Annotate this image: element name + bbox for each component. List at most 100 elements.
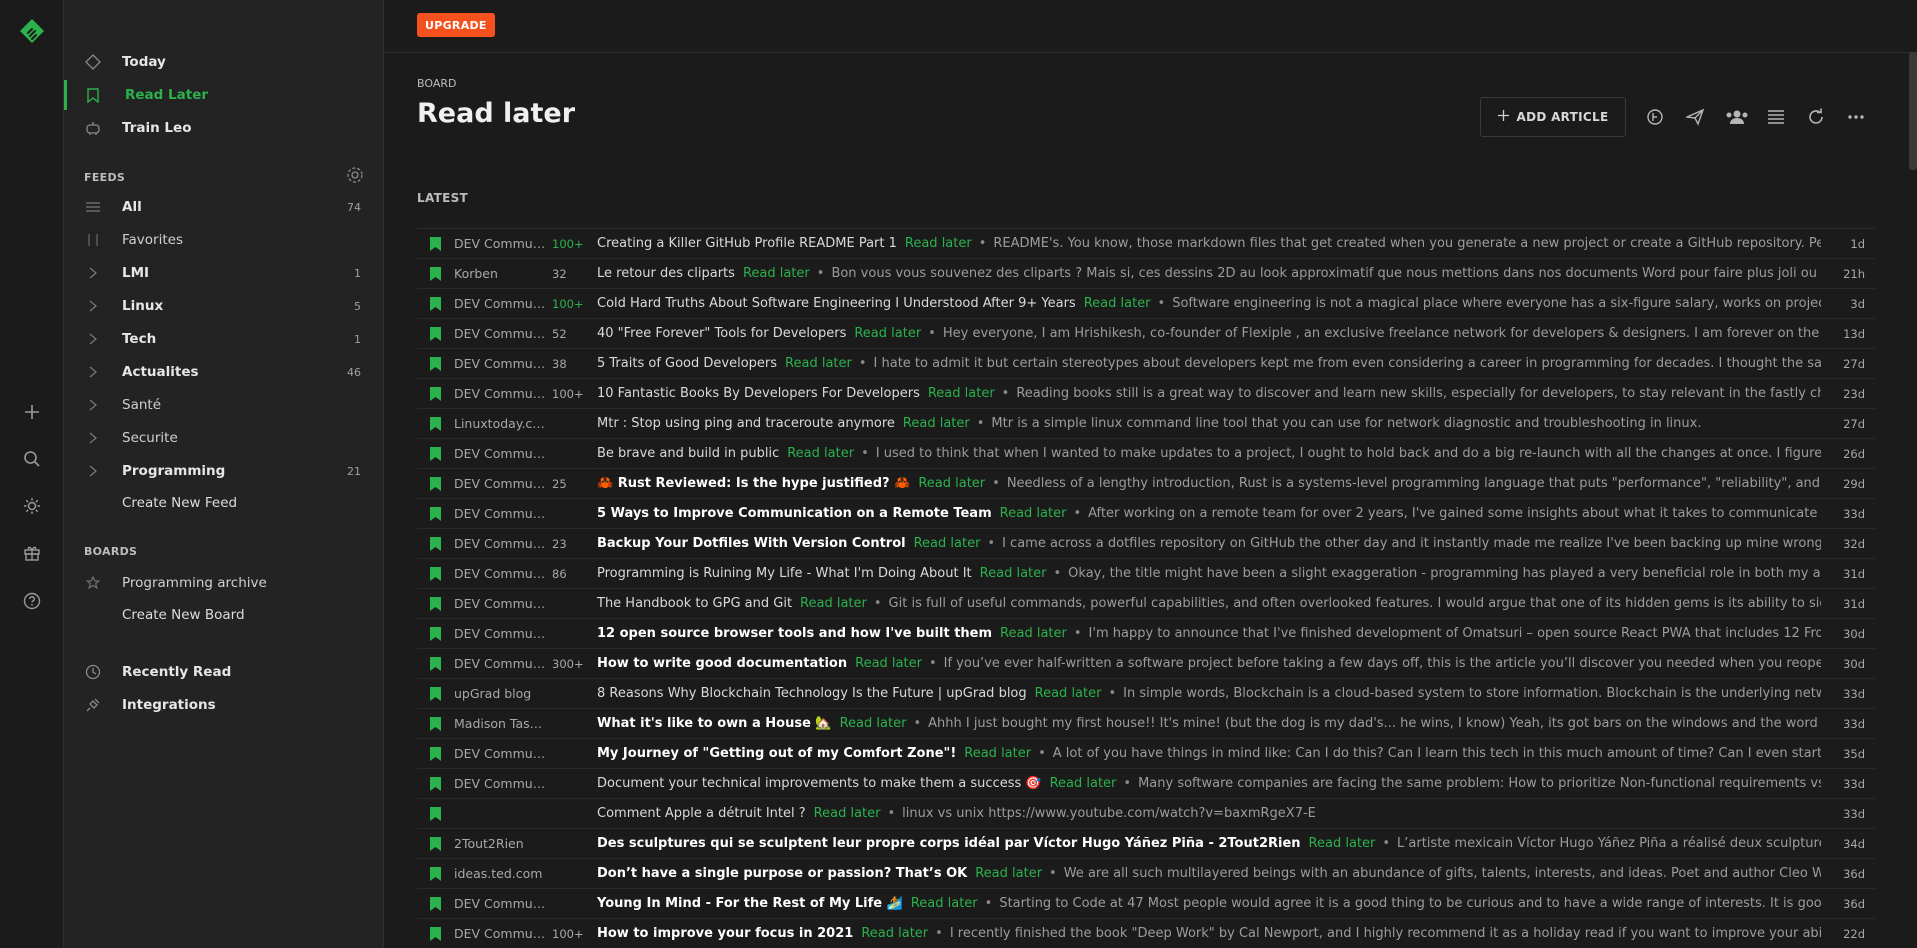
article-content[interactable]: 10 Fantastic Books By Developers For Dev…	[597, 386, 1821, 401]
bookmark-icon[interactable]	[430, 567, 441, 581]
article-row[interactable]: 2Tout2Rien Des sculptures qui se sculpten…	[417, 829, 1875, 859]
article-source[interactable]: DEV Community	[454, 296, 546, 311]
article-content[interactable]: Don’t have a single purpose or passion? …	[597, 866, 1821, 881]
article-content[interactable]: 40 "Free Forever" Tools for Developers Re…	[597, 326, 1821, 341]
article-row[interactable]: DEV Community 23 Backup Your Dotfiles With…	[417, 529, 1875, 559]
article-title[interactable]: How to write good documentation	[597, 656, 847, 671]
bookmark-icon[interactable]	[430, 747, 441, 761]
bookmark-icon[interactable]	[430, 237, 441, 251]
article-row[interactable]: DEV Community 25 🦀 Rust Reviewed: Is the h…	[417, 469, 1875, 499]
chevron-right-icon[interactable]	[86, 431, 100, 445]
board-tag[interactable]: Read later	[1309, 836, 1376, 851]
chevron-right-icon[interactable]	[86, 332, 100, 346]
article-row[interactable]: Comment Apple a détruit Intel ? Read late…	[417, 799, 1875, 829]
bookmark-icon[interactable]	[430, 507, 441, 521]
article-source[interactable]: DEV Community	[454, 776, 546, 791]
chevron-right-icon[interactable]	[86, 464, 100, 478]
bookmark-icon[interactable]	[430, 627, 441, 641]
article-content[interactable]: Cold Hard Truths About Software Engineer…	[597, 296, 1821, 311]
article-row[interactable]: DEV Community Document your technical imp…	[417, 769, 1875, 799]
article-title[interactable]: 40 "Free Forever" Tools for Developers	[597, 326, 846, 341]
article-content[interactable]: Le retour des cliparts Read later • Bon vou…	[597, 266, 1821, 281]
article-content[interactable]: Backup Your Dotfiles With Version Contro…	[597, 536, 1821, 551]
nav-read-later[interactable]: Read Later	[64, 80, 383, 110]
article-source[interactable]: DEV Community	[454, 386, 546, 401]
nav-today[interactable]: Today	[64, 47, 383, 77]
board-tag[interactable]: Read later	[928, 386, 995, 401]
feed-programming[interactable]: Programming 21	[64, 457, 383, 485]
board-tag[interactable]: Read later	[1035, 686, 1102, 701]
help-icon[interactable]	[20, 589, 44, 613]
nav-integrations[interactable]: Integrations	[64, 690, 383, 720]
article-source[interactable]: Linuxtoday.com	[454, 416, 546, 431]
article-row[interactable]: Madison Taskett What it's like to own a H…	[417, 709, 1875, 739]
article-title[interactable]: Be brave and build in public	[597, 446, 779, 461]
article-source[interactable]: DEV Community	[454, 326, 546, 341]
article-source[interactable]: DEV Community	[454, 596, 546, 611]
article-content[interactable]: How to improve your focus in 2021 Read la…	[597, 926, 1821, 941]
article-source[interactable]: 2Tout2Rien	[454, 836, 546, 851]
article-content[interactable]: Be brave and build in public Read later • I…	[597, 446, 1821, 461]
article-row[interactable]: DEV Community 100+ How to improve your foc…	[417, 919, 1875, 948]
article-title[interactable]: 🦀 Rust Reviewed: Is the hype justified? …	[597, 476, 910, 491]
article-row[interactable]: DEV Community 300+ How to write good docum…	[417, 649, 1875, 679]
article-content[interactable]: Young In Mind - For the Rest of My Life …	[597, 896, 1821, 911]
article-title[interactable]: 5 Traits of Good Developers	[597, 356, 777, 371]
board-tag[interactable]: Read later	[840, 716, 907, 731]
article-source[interactable]: ideas.ted.com	[454, 866, 546, 881]
board-tag[interactable]: Read later	[964, 746, 1031, 761]
article-source[interactable]: DEV Community	[454, 506, 546, 521]
feed-favorites[interactable]: Favorites	[64, 226, 383, 254]
create-new-board-link[interactable]: Create New Board	[122, 607, 245, 623]
board-tag[interactable]: Read later	[814, 806, 881, 821]
article-content[interactable]: How to write good documentation Read late…	[597, 656, 1821, 671]
article-title[interactable]: Des sculptures qui se sculptent leur pro…	[597, 836, 1301, 851]
feed-sante[interactable]: Santé	[64, 391, 383, 419]
article-source[interactable]: DEV Community	[454, 656, 546, 671]
bookmark-icon[interactable]	[430, 657, 441, 671]
send-icon[interactable]	[1684, 106, 1706, 128]
bookmark-icon[interactable]	[430, 777, 441, 791]
board-tag[interactable]: Read later	[1000, 626, 1067, 641]
article-source[interactable]: DEV Community	[454, 626, 546, 641]
feed-securite[interactable]: Securite	[64, 424, 383, 452]
article-row[interactable]: DEV Community 100+ Cold Hard Truths About …	[417, 289, 1875, 319]
leo-icon[interactable]	[1644, 106, 1666, 128]
article-content[interactable]: What it's like to own a House 🏡 Read late…	[597, 716, 1821, 731]
article-row[interactable]: DEV Community Young In Mind - For the Res…	[417, 889, 1875, 919]
nav-train-leo[interactable]: Train Leo	[64, 113, 383, 143]
bookmark-icon[interactable]	[430, 717, 441, 731]
feed-linux[interactable]: Linux 5	[64, 292, 383, 320]
bookmark-icon[interactable]	[430, 357, 441, 371]
article-row[interactable]: DEV Community Be brave and build in publi…	[417, 439, 1875, 469]
more-icon[interactable]	[1845, 106, 1867, 128]
article-title[interactable]: 5 Ways to Improve Communication on a Rem…	[597, 506, 992, 521]
board-tag[interactable]: Read later	[861, 926, 928, 941]
bookmark-icon[interactable]	[430, 597, 441, 611]
article-row[interactable]: DEV Community 38 5 Traits of Good Develope…	[417, 349, 1875, 379]
board-tag[interactable]: Read later	[905, 236, 972, 251]
article-title[interactable]: Creating a Killer GitHub Profile README …	[597, 236, 897, 251]
article-content[interactable]: Comment Apple a détruit Intel ? Read late…	[597, 806, 1821, 821]
article-content[interactable]: Creating a Killer GitHub Profile README …	[597, 236, 1821, 251]
refresh-icon[interactable]	[1805, 106, 1827, 128]
board-tag[interactable]: Read later	[800, 596, 867, 611]
article-title[interactable]: Le retour des cliparts	[597, 266, 735, 281]
article-source[interactable]: DEV Community	[454, 746, 546, 761]
share-team-icon[interactable]	[1724, 106, 1750, 128]
list-view-icon[interactable]	[1765, 106, 1787, 128]
board-tag[interactable]: Read later	[975, 866, 1042, 881]
article-source[interactable]: DEV Community	[454, 536, 546, 551]
article-content[interactable]: 5 Ways to Improve Communication on a Rem…	[597, 506, 1821, 521]
board-tag[interactable]: Read later	[1084, 296, 1151, 311]
feedly-logo-icon[interactable]	[19, 18, 45, 44]
board-programming-archive[interactable]: Programming archive	[64, 569, 383, 597]
board-tag[interactable]: Read later	[980, 566, 1047, 581]
feed-actualites[interactable]: Actualites 46	[64, 358, 383, 386]
article-row[interactable]: Linuxtoday.com Mtr : Stop using ping and …	[417, 409, 1875, 439]
article-row[interactable]: Korben 32 Le retour des cliparts Read later…	[417, 259, 1875, 289]
article-title[interactable]: Cold Hard Truths About Software Engineer…	[597, 296, 1076, 311]
chevron-right-icon[interactable]	[86, 266, 100, 280]
article-content[interactable]: Des sculptures qui se sculptent leur pro…	[597, 836, 1821, 851]
board-tag[interactable]: Read later	[918, 476, 985, 491]
